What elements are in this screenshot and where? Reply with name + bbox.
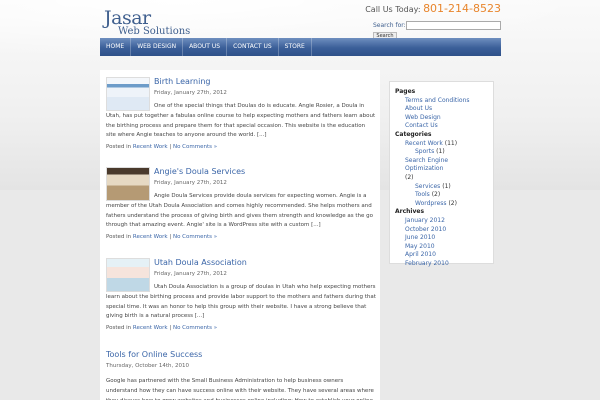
nav-contact-us[interactable]: CONTACT US — [227, 38, 279, 56]
archive-link[interactable]: January 2012 — [395, 217, 488, 226]
category-count: (2) — [448, 199, 457, 207]
nav-home[interactable]: HOME — [100, 38, 132, 56]
post-title[interactable]: Angie's Doula Services — [154, 167, 245, 176]
archives-heading: Archives — [395, 208, 425, 216]
comments-link[interactable]: No Comments » — [173, 144, 217, 150]
category-name: Tools — [415, 191, 430, 199]
post-title[interactable]: Tools for Online Success — [106, 350, 202, 359]
posted-in-label: Posted in — [106, 144, 133, 150]
page-link-about[interactable]: About Us — [395, 105, 488, 114]
call-us: Call Us Today: 801-214-8523 — [365, 2, 501, 15]
category-services[interactable]: Services (1) — [395, 183, 488, 192]
post-excerpt-text: Google has partnered with the Small Busi… — [106, 378, 374, 400]
category-count: (2) — [431, 191, 441, 199]
category-link[interactable]: Recent Work — [133, 325, 168, 331]
posted-in-label: Posted in — [106, 325, 133, 331]
post-excerpt-text: Utah Doula Association is a group of dou… — [106, 284, 376, 320]
page-link-terms[interactable]: Terms and Conditions — [395, 97, 488, 106]
logo-sub-text: Web Solutions — [118, 26, 191, 37]
categories-heading: Categories — [395, 130, 432, 138]
nav-about-us[interactable]: ABOUT US — [183, 38, 228, 56]
category-name: Services — [415, 182, 441, 190]
post-title[interactable]: Birth Learning — [154, 77, 210, 86]
page-link-web-design[interactable]: Web Design — [395, 114, 488, 123]
category-link[interactable]: Recent Work — [133, 144, 168, 150]
category-name: Recent Work — [405, 139, 443, 147]
page-link-contact[interactable]: Contact Us — [395, 122, 488, 131]
post-date: Friday, January 27th, 2012 — [154, 90, 227, 96]
post-excerpt-text: One of the special things that Doulas do… — [106, 103, 376, 139]
post-excerpt: Angie Doula Services provide doula servi… — [106, 192, 376, 231]
nav-web-design[interactable]: WEB DESIGN — [131, 38, 184, 56]
category-count: (1) — [436, 148, 445, 156]
post-meta: Posted in Recent Work | No Comments » — [106, 234, 217, 240]
category-name: Sports — [415, 148, 435, 156]
post-excerpt-text: Angie Doula Services provide doula servi… — [106, 193, 374, 229]
post-date: Friday, January 27th, 2012 — [154, 271, 227, 277]
post-excerpt: One of the special things that Doulas do… — [106, 102, 376, 141]
category-wordpress[interactable]: Wordpress (2) — [395, 200, 488, 209]
post-excerpt: Utah Doula Association is a group of dou… — [106, 283, 376, 322]
search-input[interactable] — [406, 21, 501, 30]
category-link[interactable]: Recent Work — [133, 234, 168, 240]
comments-link[interactable]: No Comments » — [173, 234, 217, 240]
category-seo[interactable]: Search Engine Optimization — [395, 157, 488, 174]
archive-link[interactable]: May 2010 — [395, 243, 488, 252]
main-content: Birth Learning Friday, January 27th, 201… — [100, 70, 380, 400]
archive-link[interactable]: June 2010 — [395, 234, 488, 243]
archive-link[interactable]: April 2010 — [395, 251, 488, 260]
post-excerpt: Google has partnered with the Small Busi… — [106, 377, 376, 400]
call-label: Call Us Today: — [365, 5, 424, 14]
category-name: Wordpress — [415, 199, 447, 207]
category-name: Search Engine Optimization — [405, 156, 449, 173]
archive-link[interactable]: October 2010 — [395, 226, 488, 235]
category-count: (2) — [405, 173, 414, 181]
page-wrapper: Jasar Web Solutions Call Us Today: 801-2… — [100, 0, 501, 400]
search-label: Search for: — [373, 22, 406, 29]
category-recent-work[interactable]: Recent Work (11) — [395, 140, 488, 149]
category-sports[interactable]: Sports (1) — [395, 148, 488, 157]
sidebar: Pages Terms and Conditions About Us Web … — [389, 81, 494, 267]
post-meta: Posted in Recent Work | No Comments » — [106, 144, 217, 150]
post-title[interactable]: Utah Doula Association — [154, 258, 247, 267]
post-meta: Posted in Recent Work | No Comments » — [106, 325, 217, 331]
category-count: (11) — [444, 139, 458, 147]
posted-in-label: Posted in — [106, 234, 133, 240]
post-date: Thursday, October 14th, 2010 — [106, 363, 189, 369]
post-date: Friday, January 27th, 2012 — [154, 180, 227, 186]
nav-store[interactable]: STORE — [279, 38, 312, 56]
main-nav: HOME WEB DESIGN ABOUT US CONTACT US STOR… — [100, 38, 501, 56]
pages-heading: Pages — [395, 88, 416, 95]
phone-number: 801-214-8523 — [423, 2, 501, 15]
comments-link[interactable]: No Comments » — [173, 325, 217, 331]
archive-link[interactable]: February 2010 — [395, 260, 488, 269]
category-count: (1) — [442, 182, 451, 190]
category-tools[interactable]: Tools (2) — [395, 191, 488, 200]
site-logo[interactable]: Jasar Web Solutions — [104, 7, 234, 37]
